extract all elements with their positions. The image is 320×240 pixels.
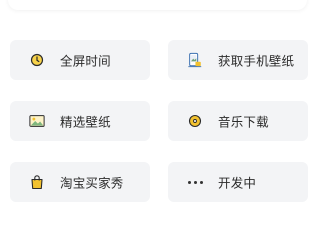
tile-label: 开发中 (218, 175, 257, 191)
shopping-bag-icon (29, 174, 45, 190)
picture-icon (29, 113, 45, 129)
music-disc-icon (187, 113, 203, 129)
tile-label: 全屏时间 (60, 53, 111, 69)
tile-fullscreen-time[interactable]: 全屏时间 (10, 40, 150, 80)
more-dots-icon (187, 174, 203, 190)
phone-wallpaper-icon (187, 52, 203, 68)
tile-in-development[interactable]: 开发中 (168, 162, 308, 202)
clock-icon (29, 52, 45, 68)
bottom-fade (0, 211, 319, 225)
tile-label: 精选壁纸 (60, 114, 111, 130)
top-card (8, 0, 307, 10)
tile-label: 淘宝买家秀 (60, 175, 124, 191)
tile-get-phone-wallpaper[interactable]: 获取手机壁纸 (168, 40, 308, 80)
tile-label: 音乐下载 (218, 114, 269, 130)
tile-label: 获取手机壁纸 (218, 53, 295, 69)
tile-featured-wallpapers[interactable]: 精选壁纸 (10, 101, 150, 141)
feature-grid-page: 全屏时间 获取手机壁纸 精选壁纸 音乐下载 淘宝买家秀 开发中 (0, 0, 319, 225)
tile-taobao-buyer-show[interactable]: 淘宝买家秀 (10, 162, 150, 202)
tile-music-download[interactable]: 音乐下载 (168, 101, 308, 141)
